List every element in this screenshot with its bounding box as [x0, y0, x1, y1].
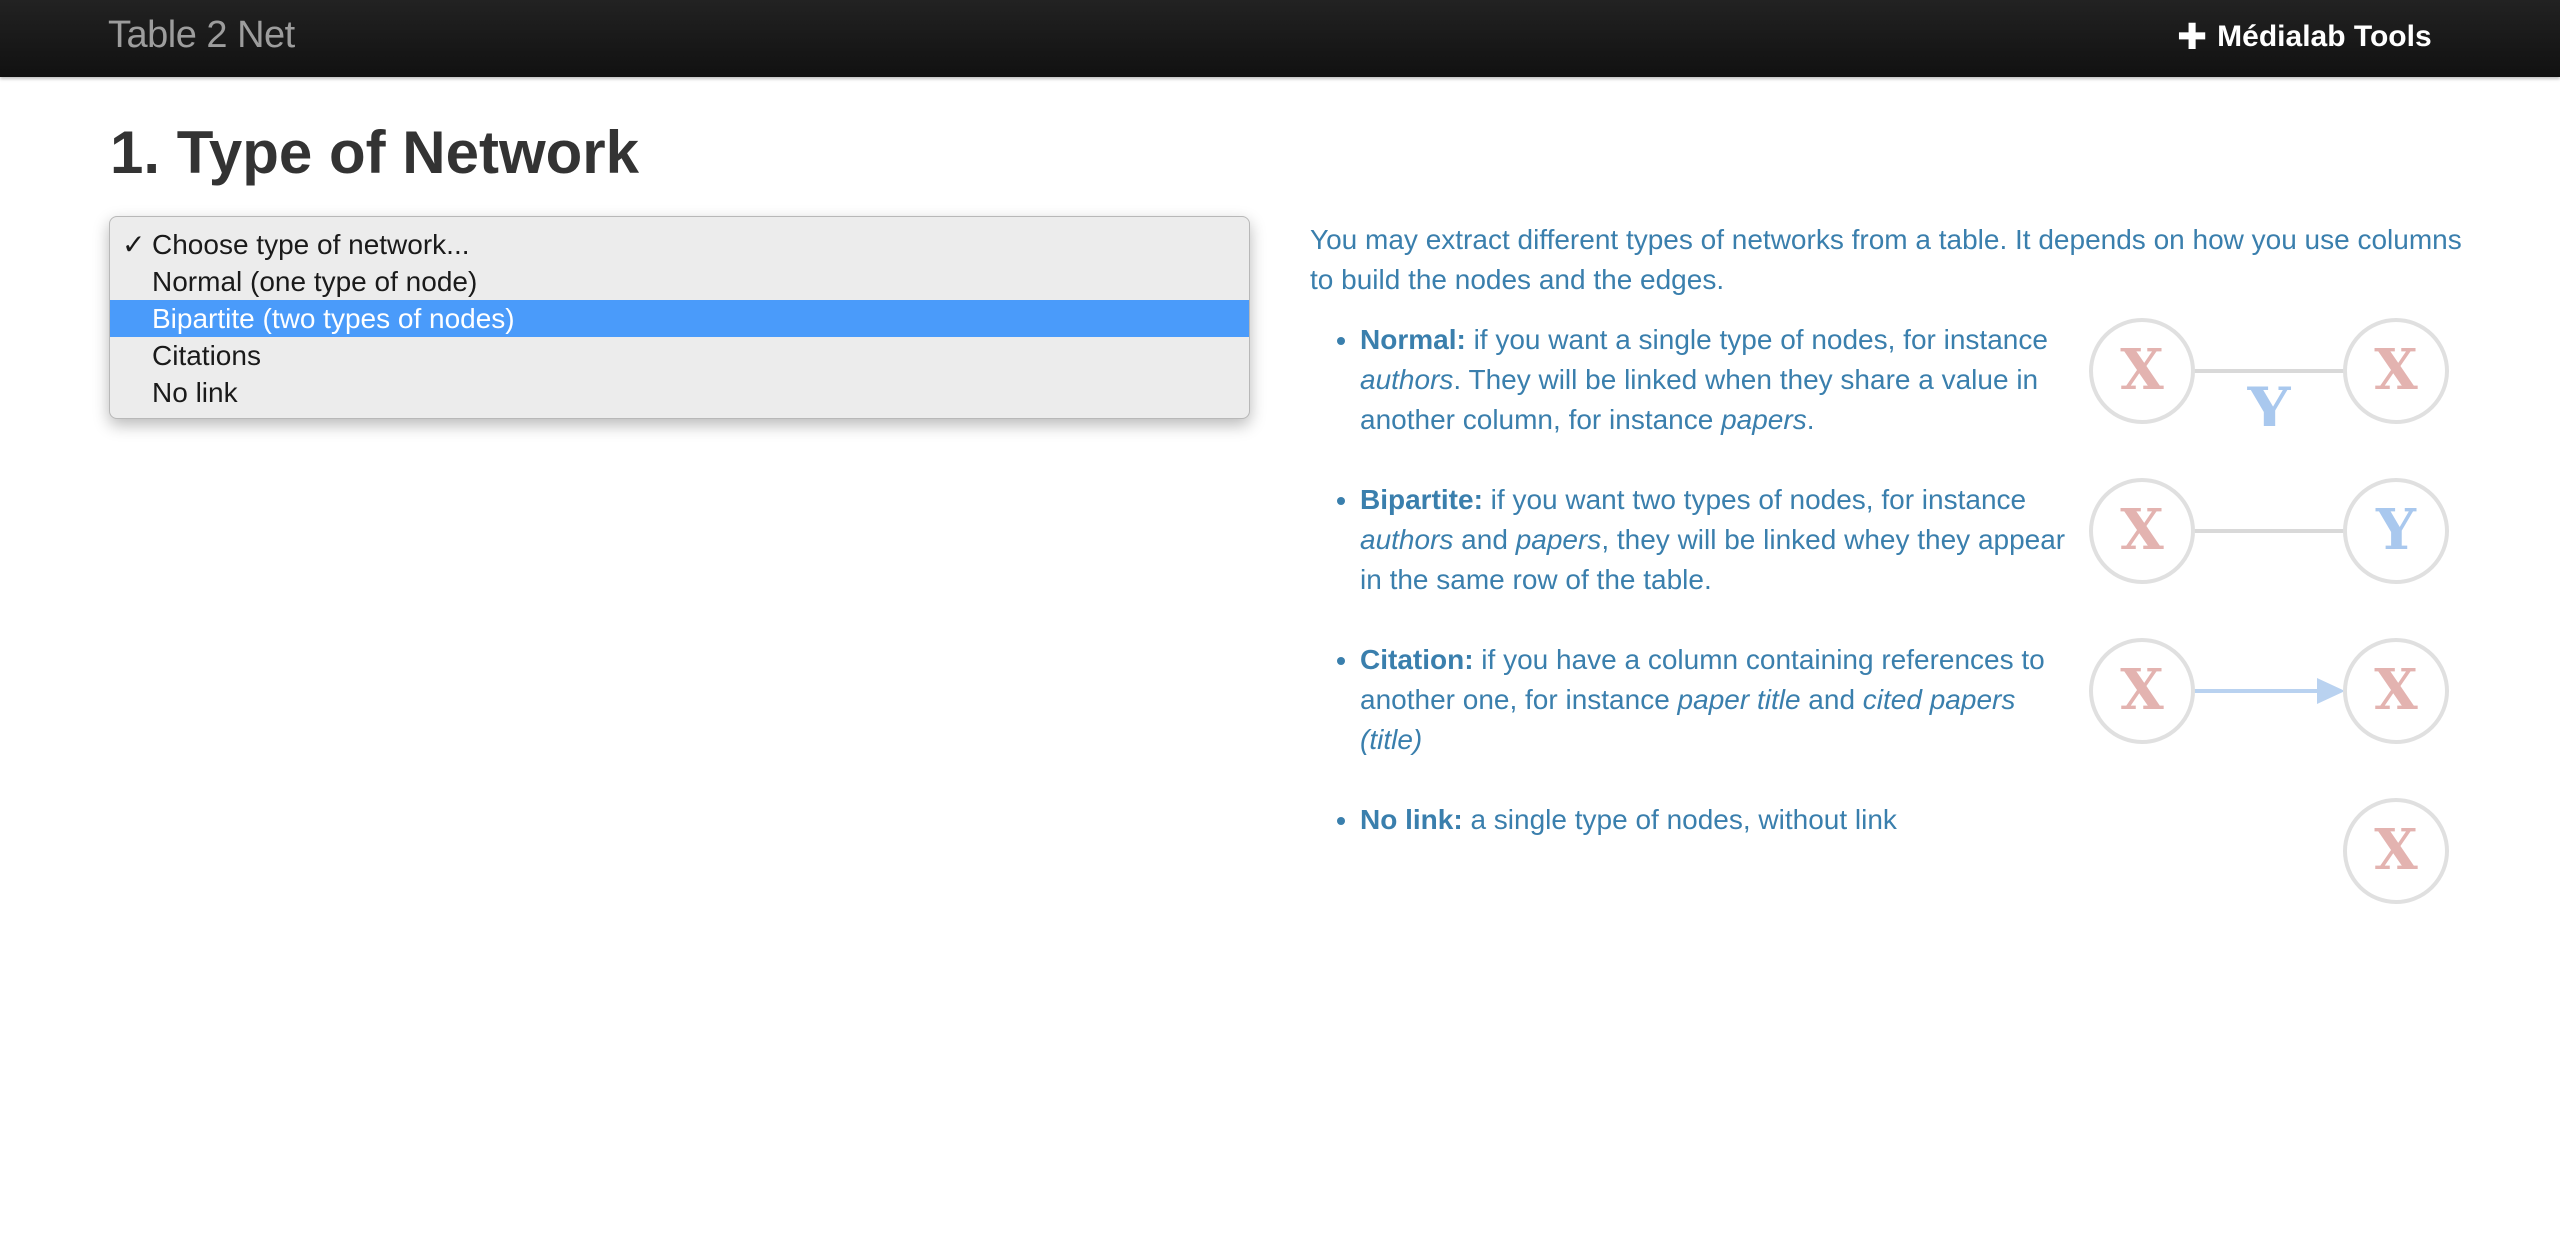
help-item-normal: Normal: if you want a single type of nod…: [1360, 320, 2080, 480]
plus-icon: ✚: [2177, 16, 2208, 57]
navbar: Table 2 Net ✚ Médialab Tools: [0, 0, 2560, 77]
option-label: Normal (one type of node): [152, 266, 478, 297]
help-text: .: [1806, 404, 1815, 435]
brand-link[interactable]: Table 2 Net: [108, 14, 295, 57]
node-y-label: Y: [2375, 497, 2417, 563]
help-emphasis: authors: [1360, 364, 1454, 395]
page-title: 1. Type of Network: [110, 119, 639, 186]
option-label: No link: [152, 377, 238, 408]
medialab-tools-label: Médialab Tools: [2217, 20, 2432, 53]
help-text: and: [1800, 684, 1863, 715]
help-intro: You may extract different types of netwo…: [1310, 224, 2462, 295]
node-x-label: X: [2374, 657, 2418, 723]
node-x-label: X: [2120, 497, 2164, 563]
node-x-label: X: [2374, 817, 2418, 883]
help-text: a single type of nodes, without link: [1462, 804, 1897, 835]
bipartite-network-diagram: X Y: [2089, 478, 2449, 584]
option-label: Bipartite (two types of nodes): [152, 303, 515, 334]
node-x-label: X: [2374, 337, 2418, 403]
help-item-title: Normal:: [1360, 324, 1466, 355]
help-item-no-link: No link: a single type of nodes, without…: [1360, 800, 2080, 960]
no-link-network-diagram: X: [2343, 798, 2449, 904]
citation-network-diagram: X X: [2089, 638, 2449, 744]
help-item-title: No link:: [1360, 804, 1463, 835]
help-text: if you want two types of nodes, for inst…: [1482, 484, 2027, 515]
normal-network-diagram: X X Y: [2089, 318, 2449, 426]
edge-y-label: Y: [2247, 375, 2292, 426]
help-emphasis: papers: [1721, 404, 1807, 435]
arrow-head-icon: [2317, 678, 2345, 704]
help-text: and: [1453, 524, 1516, 555]
option-label: Choose type of network...: [152, 229, 470, 260]
node-x-label: X: [2120, 657, 2164, 723]
option-normal[interactable]: Normal (one type of node): [110, 263, 1249, 300]
help-emphasis: papers: [1515, 524, 1602, 555]
help-text: if you want a single type of nodes, for …: [1465, 324, 2048, 355]
option-label: Citations: [152, 340, 261, 371]
option-citations[interactable]: Citations: [110, 337, 1249, 374]
checkmark-icon: ✓: [122, 229, 146, 260]
network-type-dropdown[interactable]: ✓ Choose type of network... Normal (one …: [109, 216, 1250, 419]
help-item-title: Citation:: [1360, 644, 1474, 675]
help-emphasis: paper title: [1677, 684, 1801, 715]
option-no-link[interactable]: No link: [110, 374, 1249, 411]
help-item-title: Bipartite:: [1360, 484, 1483, 515]
option-choose-type[interactable]: ✓ Choose type of network...: [110, 226, 1249, 263]
option-bipartite[interactable]: Bipartite (two types of nodes): [110, 300, 1249, 337]
help-text: . They will be linked when they share a …: [1360, 364, 2039, 435]
help-item-citation: Citation: if you have a column containin…: [1360, 640, 2080, 800]
help-emphasis: authors: [1360, 524, 1454, 555]
node-x-label: X: [2120, 337, 2164, 403]
medialab-tools-menu[interactable]: ✚ Médialab Tools: [2177, 19, 2432, 55]
help-item-bipartite: Bipartite: if you want two types of node…: [1360, 480, 2080, 640]
